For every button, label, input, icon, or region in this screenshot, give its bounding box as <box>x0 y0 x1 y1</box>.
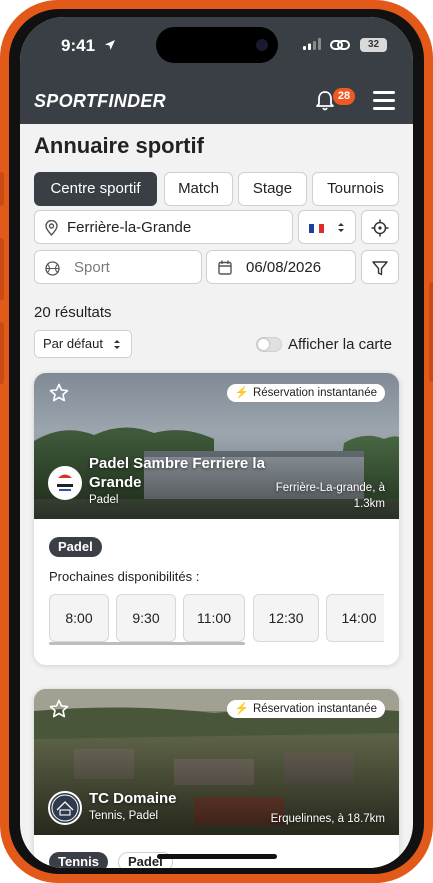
app-header: SPORTFINDER 28 <box>20 80 413 124</box>
location-arrow-icon <box>105 40 115 50</box>
status-bar: 9:41 32 <box>20 17 413 80</box>
map-toggle[interactable] <box>256 337 282 352</box>
club-sports: Padel <box>89 494 119 506</box>
club-logo <box>48 466 82 500</box>
instant-booking-badge: ⚡ Réservation instantanée <box>226 384 385 402</box>
location-field[interactable]: Ferrière-la-Grande <box>34 210 293 244</box>
date-field[interactable]: 06/08/2026 <box>206 250 356 284</box>
club-location: Ferrière-La-grande, à 1.3km <box>275 482 385 510</box>
menu-bar <box>373 99 395 102</box>
page-title: Annuaire sportif <box>34 133 204 158</box>
tab-tournois[interactable]: Tournois <box>312 172 399 206</box>
sport-select[interactable]: Sport <box>34 250 202 284</box>
tab-stage[interactable]: Stage <box>238 172 307 206</box>
calendar-icon <box>218 260 232 275</box>
battery-indicator: 32 <box>360 38 387 52</box>
france-flag-icon <box>309 224 324 233</box>
crosshair-icon <box>371 219 389 237</box>
ball-icon <box>45 261 60 276</box>
app-logo[interactable]: SPORTFINDER <box>34 91 166 112</box>
club-name[interactable]: Padel Sambre Ferriere la Grande <box>89 454 279 492</box>
home-indicator[interactable] <box>157 854 277 859</box>
instant-booking-badge: ⚡ Réservation instantanée <box>226 700 385 718</box>
signal-icon <box>303 38 321 50</box>
map-toggle-label[interactable]: Afficher la carte <box>288 336 392 353</box>
volume-up-button <box>0 238 4 300</box>
action-button <box>0 172 4 206</box>
sport-placeholder: Sport <box>74 259 110 276</box>
tennis-club-logo-icon <box>51 794 79 822</box>
toggle-knob <box>258 339 269 350</box>
sort-select[interactable]: Par défaut <box>34 330 132 358</box>
geolocate-button[interactable] <box>361 210 399 244</box>
time-slots: 8:00 9:30 11:00 12:30 14:00 <box>49 594 384 646</box>
results-count: 20 résultats <box>34 304 112 321</box>
filter-funnel-icon <box>372 261 388 276</box>
club-name[interactable]: TC Domaine <box>89 789 177 808</box>
padel-logo-icon <box>51 469 79 497</box>
sort-label: Par défaut <box>43 336 103 351</box>
status-time: 9:41 <box>61 36 96 55</box>
hamburger-menu-button[interactable] <box>373 91 395 111</box>
instant-booking-label: Réservation instantanée <box>252 387 377 399</box>
notification-badge: 28 <box>333 88 355 105</box>
availability-label: Prochaines disponibilités : <box>49 569 200 584</box>
link-icon <box>330 40 350 50</box>
tab-centre-sportif[interactable]: Centre sportif <box>34 172 157 206</box>
location-value: Ferrière-la-Grande <box>67 219 192 236</box>
favorite-star-icon[interactable] <box>49 383 69 403</box>
menu-bar <box>373 91 395 94</box>
club-card[interactable]: ⚡ Réservation instantanée Padel Sambre Fe… <box>34 373 399 665</box>
sport-chip: Padel <box>49 537 102 557</box>
volume-down-button <box>0 322 4 384</box>
club-location: Erquelinnes, à 18.7km <box>270 813 385 825</box>
club-card[interactable]: ⚡ Réservation instantanée TC Domaine Tenn… <box>34 689 399 868</box>
sport-chip: Tennis <box>49 852 108 868</box>
favorite-star-icon[interactable] <box>49 699 69 719</box>
time-slot[interactable]: 11:00 <box>183 594 245 642</box>
power-button <box>429 282 433 382</box>
time-slot[interactable]: 9:30 <box>116 594 176 642</box>
map-pin-icon <box>45 220 58 236</box>
dynamic-island <box>156 27 278 63</box>
tab-match[interactable]: Match <box>164 172 233 206</box>
screen: 9:41 32 SPORTFINDER 28 Annuaire sportif … <box>20 17 413 868</box>
club-sports: Tennis, Padel <box>89 810 159 822</box>
time-slot[interactable]: 12:30 <box>253 594 319 642</box>
sort-chevrons-icon <box>114 340 120 349</box>
phone-frame: 9:41 32 SPORTFINDER 28 Annuaire sportif … <box>0 0 433 883</box>
club-logo <box>48 791 82 825</box>
time-slot[interactable]: 8:00 <box>49 594 109 642</box>
lightning-icon: ⚡ <box>234 387 249 399</box>
sort-chevrons-icon <box>338 223 344 232</box>
date-value: 06/08/2026 <box>246 259 322 276</box>
slots-scrollbar[interactable] <box>49 642 245 645</box>
menu-bar <box>373 107 395 110</box>
country-select[interactable] <box>298 210 356 244</box>
filter-button[interactable] <box>361 250 399 284</box>
lightning-icon: ⚡ <box>234 703 249 715</box>
time-slot[interactable]: 14:00 <box>326 594 384 642</box>
camera-icon <box>256 39 268 51</box>
instant-booking-label: Réservation instantanée <box>252 703 377 715</box>
